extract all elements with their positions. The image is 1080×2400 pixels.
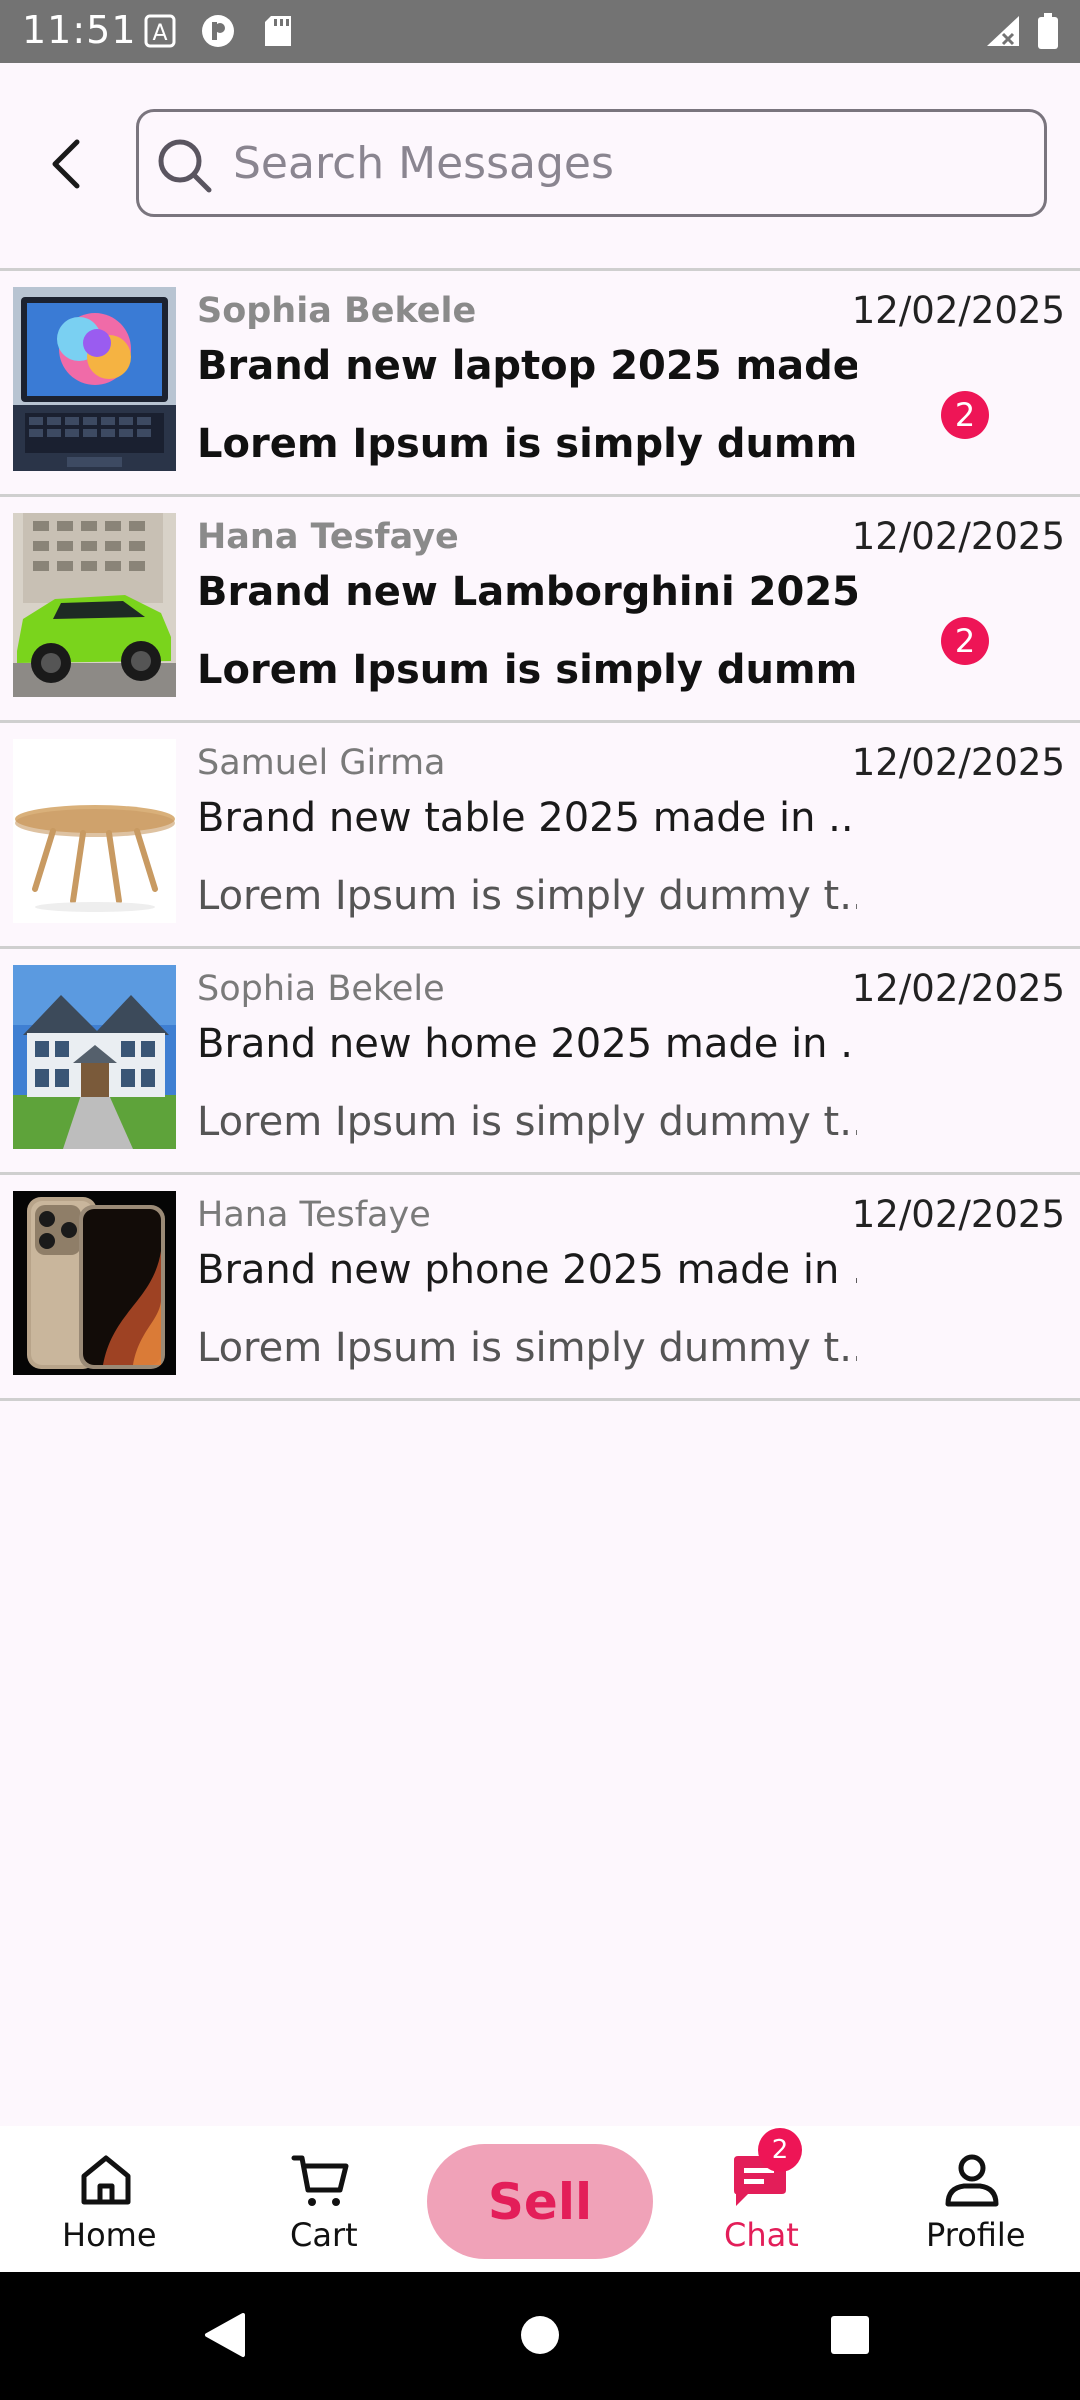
message-row[interactable]: Hana Tesfaye Brand new Lamborghini 2025 … [0,497,1080,723]
search-input[interactable] [233,112,1033,214]
message-preview: Lorem Ipsum is simply dummy ... [197,647,857,693]
message-row[interactable]: Sophia Bekele Brand new home 2025 made i… [0,949,1080,1175]
sell-button[interactable]: Sell [427,2144,653,2259]
sender-name: Sophia Bekele [197,969,445,1009]
triangle-back-icon [205,2313,245,2357]
product-thumbnail [13,513,176,697]
nav-home[interactable]: Home [46,2126,166,2272]
system-recents-button[interactable] [815,2300,885,2370]
unread-badge: 2 [941,391,989,439]
message-subject: Brand new Lamborghini 2025 ... [197,569,857,615]
message-row[interactable]: Sophia Bekele Brand new laptop 2025 made… [0,271,1080,497]
nav-label: Profile [926,2216,1026,2254]
signal-icon [985,12,1021,50]
message-preview: Lorem Ipsum is simply dummy t... [197,1325,857,1371]
sender-name: Sophia Bekele [197,291,477,331]
product-thumbnail [13,287,176,471]
bottom-nav: Home Cart Sell 2 Chat Profile [0,2126,1080,2272]
nav-label: Chat [724,2216,799,2254]
sender-name: Hana Tesfaye [197,517,459,557]
status-time: 11:51 [22,8,137,52]
message-subject: Brand new home 2025 made in ... [197,1021,857,1067]
nav-label: Home [62,2216,157,2254]
message-preview: Lorem Ipsum is simply dummy t... [197,1099,857,1145]
message-row[interactable]: Samuel Girma Brand new table 2025 made i… [0,723,1080,949]
message-date: 12/02/2025 [851,289,1065,332]
message-subject: Brand new phone 2025 made in ... [197,1247,857,1293]
system-home-button[interactable] [505,2300,575,2370]
sender-name: Samuel Girma [197,743,446,783]
home-icon [81,2155,131,2205]
svg-text:A: A [152,21,167,46]
system-back-button[interactable] [190,2300,260,2370]
product-thumbnail [13,965,176,1149]
header [0,63,1080,268]
cart-icon [291,2155,349,2206]
nav-label: Cart [290,2216,358,2254]
system-nav-bar [0,2272,1080,2400]
chat-badge: 2 [758,2128,802,2172]
product-thumbnail [13,739,176,923]
nav-chat[interactable]: 2 Chat [700,2126,820,2272]
chevron-left-icon [52,139,80,189]
message-date: 12/02/2025 [851,515,1065,558]
message-date: 12/02/2025 [851,967,1065,1010]
square-recents-icon [831,2316,869,2354]
status-bar: 11:51 A [0,0,1080,63]
product-thumbnail [13,1191,176,1375]
nav-profile[interactable]: Profile [912,2126,1032,2272]
search-icon [158,139,212,193]
message-date: 12/02/2025 [851,741,1065,784]
back-button[interactable] [36,133,98,195]
message-subject: Brand new table 2025 made in ... [197,795,857,841]
nav-cart[interactable]: Cart [260,2126,380,2272]
p-icon [200,12,236,50]
search-box[interactable] [136,109,1047,217]
message-preview: Lorem Ipsum is simply dummy ... [197,421,857,467]
unread-badge: 2 [941,617,989,665]
message-subject: Brand new laptop 2025 made i... [197,343,857,389]
a-icon: A [142,12,178,50]
profile-icon [945,2154,999,2207]
message-date: 12/02/2025 [851,1193,1065,1236]
message-preview: Lorem Ipsum is simply dummy t... [197,873,857,919]
message-row[interactable]: Hana Tesfaye Brand new phone 2025 made i… [0,1175,1080,1401]
battery-icon [1030,12,1066,50]
sender-name: Hana Tesfaye [197,1195,431,1235]
circle-home-icon [521,2316,559,2354]
sd-card-icon [260,12,296,50]
